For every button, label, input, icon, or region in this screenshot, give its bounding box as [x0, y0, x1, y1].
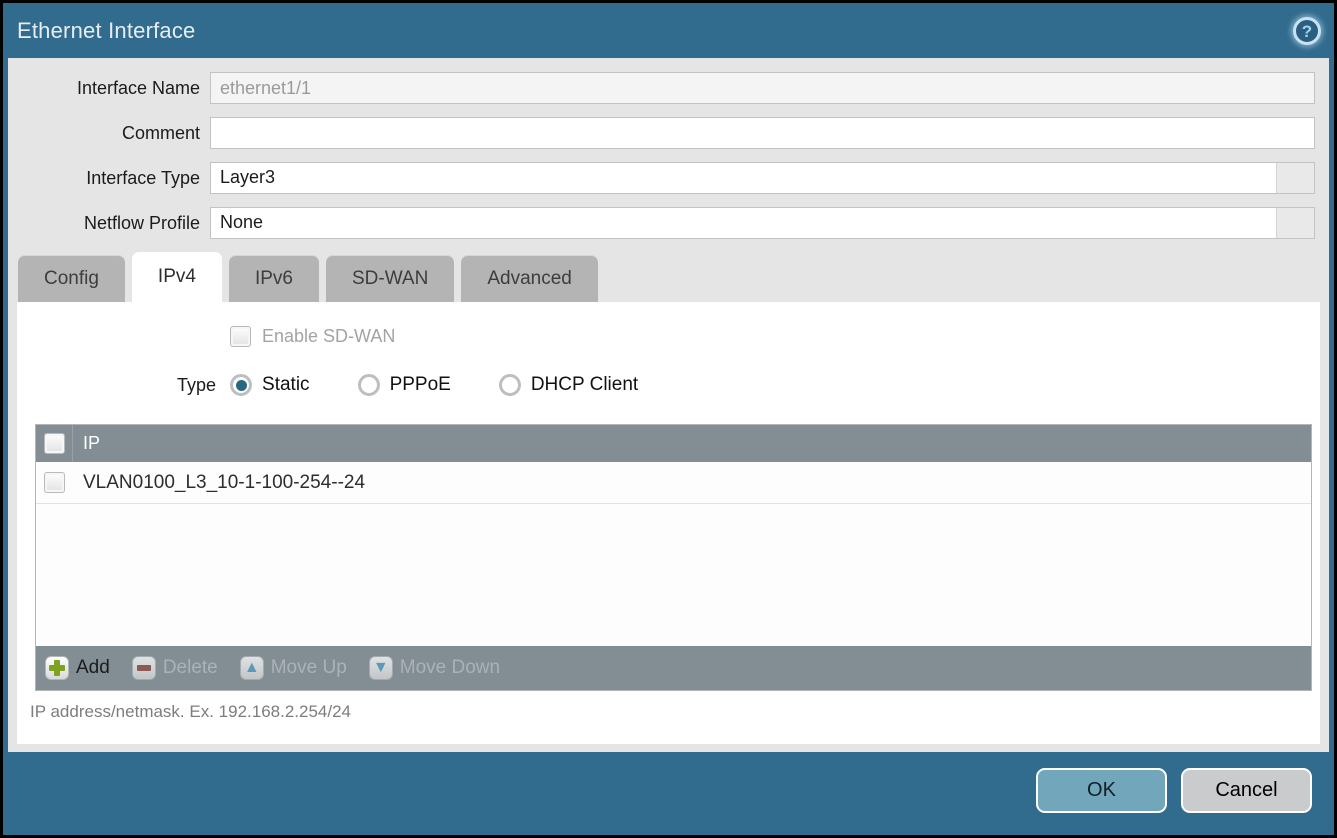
titlebar: Ethernet Interface ? [3, 3, 1334, 58]
delete-button-label: Delete [163, 657, 218, 679]
ethernet-interface-dialog: Ethernet Interface ? Interface Name Comm… [3, 3, 1334, 835]
enable-sdwan-label: Enable SD-WAN [262, 326, 395, 347]
dialog-title: Ethernet Interface [17, 18, 195, 44]
arrow-down-icon [369, 656, 393, 680]
interface-name-field [210, 72, 1315, 104]
ip-table-header: IP [36, 425, 1311, 462]
help-icon[interactable]: ? [1293, 17, 1321, 45]
interface-type-dropdown[interactable]: Layer3 [210, 162, 1315, 194]
enable-sdwan-checkbox [230, 326, 251, 347]
netflow-profile-value: None [211, 208, 1276, 238]
ipv4-tab-panel: Enable SD-WAN Type Static PPPoE DHCP Cli… [17, 302, 1320, 744]
tab-advanced[interactable]: Advanced [461, 255, 598, 302]
select-all-checkbox[interactable] [44, 433, 65, 454]
plus-icon [45, 656, 69, 680]
minus-icon [132, 656, 156, 680]
ip-table: IP VLAN0100_L3_10-1-100-254--24 Add [35, 424, 1312, 691]
table-toolbar: Add Delete Move Up Move Down [36, 646, 1311, 690]
tab-bar: Config IPv4 IPv6 SD-WAN Advanced [18, 252, 1329, 302]
table-row[interactable]: VLAN0100_L3_10-1-100-254--24 [36, 462, 1311, 504]
comment-row: Comment [8, 117, 1315, 149]
dialog-footer: OK Cancel [3, 752, 1334, 835]
add-button-label: Add [76, 657, 110, 679]
radio-pppoe-icon[interactable] [358, 374, 380, 396]
dialog-body: Interface Name Comment Interface Type La… [8, 58, 1329, 752]
tab-config[interactable]: Config [18, 255, 125, 302]
radio-pppoe-label: PPPoE [390, 374, 451, 396]
netflow-profile-dropdown[interactable]: None [210, 207, 1315, 239]
netflow-profile-dropdown-button[interactable] [1276, 208, 1314, 238]
radio-static-label: Static [262, 374, 310, 396]
cancel-button[interactable]: Cancel [1181, 768, 1312, 813]
type-label: Type [177, 375, 216, 396]
interface-name-row: Interface Name [8, 72, 1315, 104]
type-row: Type Static PPPoE DHCP Client [17, 347, 1320, 396]
ip-cell-value[interactable]: VLAN0100_L3_10-1-100-254--24 [73, 472, 365, 494]
move-down-button-label: Move Down [400, 657, 500, 679]
arrow-up-icon [240, 656, 264, 680]
tab-sdwan[interactable]: SD-WAN [326, 255, 454, 302]
comment-label: Comment [8, 123, 210, 144]
enable-sdwan-row: Enable SD-WAN [17, 302, 1320, 347]
radio-dhcp-client-label: DHCP Client [531, 374, 638, 396]
tab-ipv4[interactable]: IPv4 [132, 252, 222, 302]
netflow-profile-label: Netflow Profile [8, 213, 210, 234]
radio-static[interactable]: Static [230, 374, 310, 396]
radio-dhcp-client-icon[interactable] [499, 374, 521, 396]
table-empty-area [36, 504, 1311, 646]
comment-field[interactable] [210, 117, 1315, 149]
radio-dhcp-client[interactable]: DHCP Client [499, 374, 638, 396]
radio-pppoe[interactable]: PPPoE [358, 374, 451, 396]
move-up-button[interactable]: Move Up [240, 656, 347, 680]
ip-format-hint: IP address/netmask. Ex. 192.168.2.254/24 [30, 702, 351, 722]
row-checkbox[interactable] [44, 472, 65, 493]
interface-type-value: Layer3 [211, 163, 1276, 193]
interface-name-label: Interface Name [8, 78, 210, 99]
move-up-button-label: Move Up [271, 657, 347, 679]
interface-type-dropdown-button[interactable] [1276, 163, 1314, 193]
tab-ipv6[interactable]: IPv6 [229, 255, 319, 302]
interface-type-label: Interface Type [8, 168, 210, 189]
move-down-button[interactable]: Move Down [369, 656, 500, 680]
add-button[interactable]: Add [45, 656, 110, 680]
netflow-profile-row: Netflow Profile None [8, 207, 1315, 239]
delete-button[interactable]: Delete [132, 656, 218, 680]
ip-column-header: IP [73, 433, 100, 454]
ok-button[interactable]: OK [1036, 768, 1167, 813]
radio-static-icon[interactable] [230, 374, 252, 396]
interface-type-row: Interface Type Layer3 [8, 162, 1315, 194]
